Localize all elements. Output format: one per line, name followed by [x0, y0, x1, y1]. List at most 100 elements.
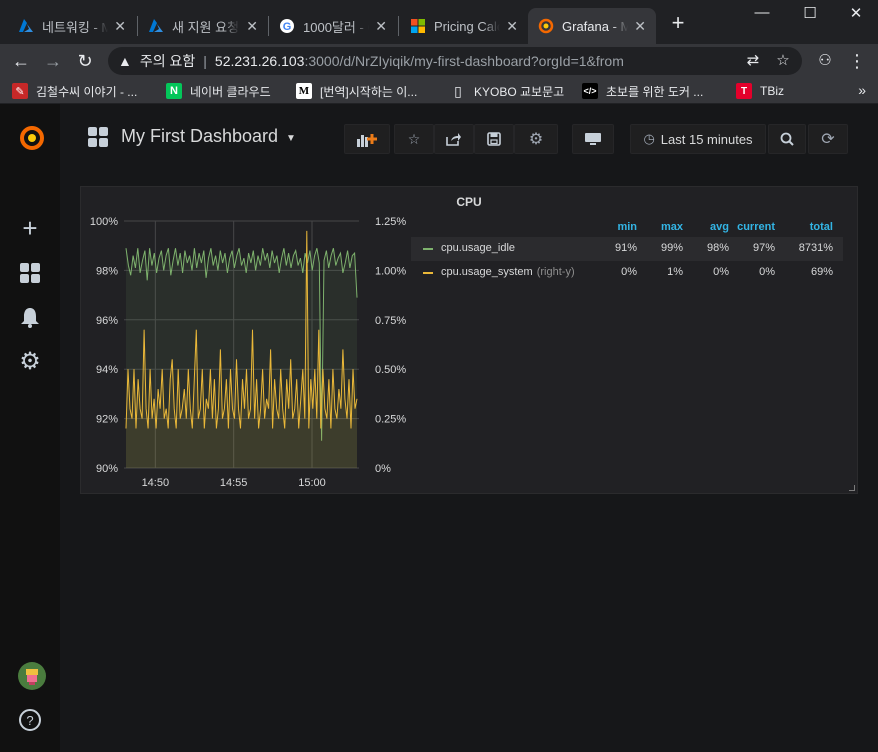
close-icon[interactable]: ✕: [375, 18, 387, 35]
browser-tab[interactable]: Pricing Calc ✕: [400, 8, 528, 44]
avatar[interactable]: [18, 662, 46, 690]
star-dashboard-button[interactable]: ☆: [394, 124, 434, 154]
y-left-tick-label: 94%: [96, 364, 118, 376]
help-icon[interactable]: ?: [18, 708, 42, 732]
warning-icon[interactable]: ▲: [118, 53, 132, 69]
browser-toolbar: ← → ↻ ▲ 주의 요함 | 52.231.26.103 :3000/d/Nr…: [0, 44, 878, 78]
bookmark-label: 초보를 위한 도커 ...: [606, 84, 704, 99]
zoom-out-button[interactable]: [768, 124, 806, 154]
series-color-swatch[interactable]: [423, 248, 433, 250]
translate-icon[interactable]: ⇄: [744, 52, 762, 70]
y-right-tick-label: 0.50%: [375, 364, 406, 376]
bookmark-item[interactable]: N 네이버 클라우드: [166, 82, 271, 100]
more-bookmarks-icon[interactable]: »: [858, 82, 866, 98]
bookmark-item[interactable]: ▯ KYOBO 교보문고: [450, 82, 564, 100]
clock-icon: ◷: [643, 131, 655, 146]
series-name[interactable]: cpu.usage_system (right-y): [441, 266, 575, 278]
legend-row-idle[interactable]: cpu.usage_idle 91% 99% 98% 97% 8731%: [411, 237, 843, 261]
x-tick-label: 15:00: [298, 477, 326, 489]
save-icon: [487, 132, 501, 146]
x-tick-label: 14:55: [220, 477, 248, 489]
refresh-icon: ⟳: [821, 131, 835, 148]
url-path: :3000/d/NrZIyiqik/my-first-dashboard?org…: [304, 53, 624, 69]
star-icon: ☆: [407, 130, 421, 147]
extension-icon[interactable]: ⚇: [814, 50, 836, 72]
series-name[interactable]: cpu.usage_idle: [441, 242, 515, 254]
grafana-logo-icon[interactable]: [18, 124, 44, 150]
bookmark-label: KYOBO 교보문고: [474, 84, 565, 99]
tab-separator: [398, 16, 399, 36]
close-icon[interactable]: ✕: [634, 18, 646, 35]
bookmark-star-icon[interactable]: ☆: [774, 52, 792, 70]
legend-row-system[interactable]: cpu.usage_system (right-y) 0% 1% 0% 0% 69…: [411, 261, 843, 285]
save-button[interactable]: [474, 124, 514, 154]
tbiz-icon: T: [736, 83, 752, 99]
y-right-tick-label: 0.25%: [375, 414, 406, 426]
google-icon: G: [279, 18, 295, 34]
browser-tab[interactable]: 새 지원 요청 ✕: [138, 8, 268, 44]
y-left-tick-label: 98%: [96, 265, 118, 277]
create-plus-icon[interactable]: +: [18, 215, 42, 241]
cpu-panel[interactable]: CPU 90% 92% 94% 96% 98% 100% 0% 0.25% 0.50% 0.75%…: [80, 186, 858, 494]
add-panel-button[interactable]: [344, 124, 390, 154]
dashboards-icon[interactable]: [18, 262, 42, 286]
bookmark-label: [번역]시작하는 이...: [320, 84, 418, 99]
refresh-button[interactable]: ⟳: [808, 124, 848, 154]
bookmark-item[interactable]: ✎ 김철수씨 이야기 - ...: [12, 82, 137, 100]
close-icon[interactable]: ✕: [114, 18, 126, 35]
share-icon: [446, 133, 461, 146]
reload-icon[interactable]: ↻: [74, 50, 96, 72]
naver-icon: N: [166, 83, 182, 99]
address-bar[interactable]: ▲ 주의 요함 | 52.231.26.103 :3000/d/NrZIyiqi…: [108, 47, 802, 75]
minimize-icon[interactable]: —: [752, 4, 772, 21]
caret-down-icon[interactable]: ▼: [286, 133, 296, 144]
code-icon: </>: [582, 83, 598, 99]
gear-icon[interactable]: ⚙: [18, 350, 42, 374]
bookmark-item[interactable]: </> 초보를 위한 도커 ...: [582, 82, 703, 100]
browser-tab[interactable]: G 1000달러 - G ✕: [269, 8, 397, 44]
settings-button[interactable]: ⚙: [514, 124, 558, 154]
tab-title: 1000달러 - G: [303, 19, 369, 35]
legend-header-total[interactable]: total: [773, 221, 833, 233]
security-label[interactable]: 주의 요함: [140, 51, 195, 71]
cpu-graph[interactable]: 90% 92% 94% 96% 98% 100% 0% 0.25% 0.50% 0.75% 1.00…: [81, 207, 411, 507]
browser-tab-active[interactable]: Grafana - M ✕: [528, 8, 656, 44]
series-color-swatch[interactable]: [423, 272, 433, 274]
back-icon[interactable]: ←: [10, 50, 32, 72]
legend-header-current[interactable]: current: [715, 221, 775, 233]
tab-title: Grafana - M: [562, 18, 629, 34]
panel-resize-handle[interactable]: [849, 485, 855, 491]
y-left-tick-label: 100%: [90, 216, 118, 228]
window-close-icon[interactable]: ✕: [846, 4, 866, 22]
browser-tab[interactable]: 네트워킹 - M ✕: [8, 8, 136, 44]
cycle-view-mode-button[interactable]: [572, 124, 614, 154]
graph-legend: min max avg current total cpu.usage_idle…: [411, 221, 843, 285]
add-panel-icon: [357, 134, 377, 147]
browser-tab-strip: 네트워킹 - M ✕ 새 지원 요청 ✕ G 1000달러 - G ✕ Pric…: [0, 0, 878, 44]
maximize-icon[interactable]: ☐: [800, 4, 820, 22]
stat-current: 0%: [759, 266, 775, 278]
grafana-icon: [538, 18, 554, 34]
forward-icon[interactable]: →: [42, 50, 64, 72]
menu-icon[interactable]: ⋮: [846, 50, 868, 72]
share-button[interactable]: [434, 124, 474, 154]
time-range-picker[interactable]: ◷ Last 15 minutes: [630, 124, 766, 154]
bookmark-item[interactable]: M [번역]시작하는 이...: [296, 82, 417, 100]
close-icon[interactable]: ✕: [506, 18, 518, 35]
monitor-icon: [585, 133, 601, 145]
bookmark-label: 네이버 클라우드: [190, 84, 271, 99]
dashboard-grid-icon: [88, 126, 108, 147]
bell-icon[interactable]: [18, 306, 42, 330]
stat-total: 69%: [810, 266, 833, 278]
medium-icon: M: [296, 83, 312, 99]
page-title[interactable]: My First Dashboard: [121, 126, 278, 147]
bookmark-item[interactable]: T TBiz: [736, 82, 784, 100]
svg-text:G: G: [283, 21, 292, 33]
dashboard-picker[interactable]: My First Dashboard ▼: [88, 126, 296, 147]
url-host: 52.231.26.103: [214, 53, 305, 69]
close-icon[interactable]: ✕: [246, 18, 258, 35]
dashboard-area: My First Dashboard ▼ ☆ ⚙ ◷ Last 15 minut…: [60, 104, 878, 752]
legend-header: min max avg current total: [411, 221, 843, 237]
page-icon: ▯: [454, 82, 462, 99]
new-tab-button[interactable]: +: [668, 12, 688, 34]
